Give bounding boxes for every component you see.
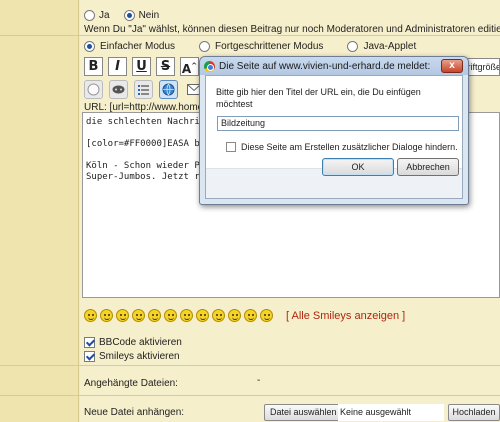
bbcode-label: BBCode aktivieren xyxy=(99,337,182,348)
italic-button[interactable]: I xyxy=(108,57,127,76)
suppress-dialogs-option: Diese Seite am Erstellen zusätzlicher Di… xyxy=(226,142,458,152)
film-icon xyxy=(112,85,125,94)
smiley-icon[interactable] xyxy=(132,309,145,322)
upload-button[interactable]: Hochladen xyxy=(448,404,500,421)
bbcode-checkbox[interactable] xyxy=(84,337,95,348)
smiley-icon[interactable] xyxy=(116,309,129,322)
new-file-label: Neue Datei anhängen: xyxy=(84,407,185,418)
lock-warning-text: Wenn Du "Ja" wählst, können diesen Beitr… xyxy=(84,24,500,35)
smiley-icon[interactable] xyxy=(84,309,97,322)
url-title-input[interactable]: Bildzeitung xyxy=(217,116,459,131)
cancel-button[interactable]: Abbrechen xyxy=(397,158,459,176)
dialog-close-button[interactable]: x xyxy=(441,59,463,73)
smiley-icon[interactable] xyxy=(260,309,273,322)
format-toolbar: B I U S A^ xyxy=(84,57,199,76)
lock-post-radio-group: Ja Nein xyxy=(84,10,159,21)
chrome-icon xyxy=(204,60,215,72)
radio-nein-label: Nein xyxy=(138,10,160,21)
image-icon xyxy=(87,83,100,96)
insert-toolbar xyxy=(84,80,203,99)
superscript-icon: A^ xyxy=(181,62,198,76)
mode-java-radio[interactable] xyxy=(347,41,359,52)
suppress-dialogs-label: Diese Seite am Erstellen zusätzlicher Di… xyxy=(241,142,458,152)
smiley-icon[interactable] xyxy=(100,309,113,322)
smiley-icon[interactable] xyxy=(164,309,177,322)
choose-file-button[interactable]: Datei auswählen xyxy=(264,404,343,421)
row-divider xyxy=(0,395,500,396)
file-status-text: Keine ausgewählt xyxy=(338,404,444,421)
mode-java-label: Java-Applet xyxy=(363,41,417,52)
smilies-label: Smileys aktivieren xyxy=(99,351,180,362)
smiley-icon[interactable] xyxy=(212,309,225,322)
left-label-column xyxy=(0,0,79,422)
dialog-title: Die Seite auf www.vivien-und-erhard.de m… xyxy=(219,60,431,72)
strikethrough-button[interactable]: S xyxy=(156,57,175,76)
smilies-checkbox[interactable] xyxy=(84,351,95,362)
attached-files-label: Angehängte Dateien: xyxy=(84,378,178,389)
underline-button[interactable]: U xyxy=(132,57,151,76)
list-button[interactable] xyxy=(134,80,153,99)
bbcode-option: BBCode aktivieren xyxy=(84,337,182,348)
video-button[interactable] xyxy=(109,80,128,99)
superscript-button[interactable]: A^ xyxy=(180,57,199,76)
link-button[interactable] xyxy=(159,80,178,99)
smiley-icon[interactable] xyxy=(180,309,193,322)
row-divider xyxy=(0,365,500,366)
smiley-icon[interactable] xyxy=(244,309,257,322)
radio-ja-label: Ja xyxy=(99,10,110,21)
radio-ja[interactable] xyxy=(84,10,95,21)
radio-nein[interactable] xyxy=(123,10,135,21)
dialog-message: Bitte gib hier den Titel der URL ein, di… xyxy=(216,87,421,109)
bold-button[interactable]: B xyxy=(84,57,103,76)
smiley-bar: [ Alle Smileys anzeigen ] xyxy=(84,309,405,322)
mode-simple-radio[interactable] xyxy=(84,41,95,52)
dialog-body: Bitte gib hier den Titel der URL ein, di… xyxy=(205,75,463,199)
prompt-dialog: Die Seite auf www.vivien-und-erhard.de m… xyxy=(199,56,469,205)
smiley-icon[interactable] xyxy=(196,309,209,322)
dialog-titlebar[interactable]: Die Seite auf www.vivien-und-erhard.de m… xyxy=(200,57,468,75)
mode-advanced-label: Fortgeschrittener Modus xyxy=(215,41,324,52)
mode-simple-label: Einfacher Modus xyxy=(100,41,176,52)
all-smileys-link[interactable]: [ Alle Smileys anzeigen ] xyxy=(286,310,405,322)
mode-advanced-radio[interactable] xyxy=(199,41,211,52)
smiley-icon[interactable] xyxy=(148,309,161,322)
smiley-icon[interactable] xyxy=(228,309,241,322)
image-button[interactable] xyxy=(84,80,103,99)
ok-button[interactable]: OK xyxy=(322,158,394,176)
globe-icon xyxy=(162,83,175,96)
smilies-option: Smileys aktivieren xyxy=(84,351,180,362)
suppress-dialogs-checkbox[interactable] xyxy=(226,142,236,152)
row-divider xyxy=(0,35,500,36)
list-icon xyxy=(138,85,149,95)
editor-mode-group: Einfacher Modus Fortgeschrittener Modus … xyxy=(84,41,416,52)
attached-files-value: - xyxy=(257,375,261,386)
